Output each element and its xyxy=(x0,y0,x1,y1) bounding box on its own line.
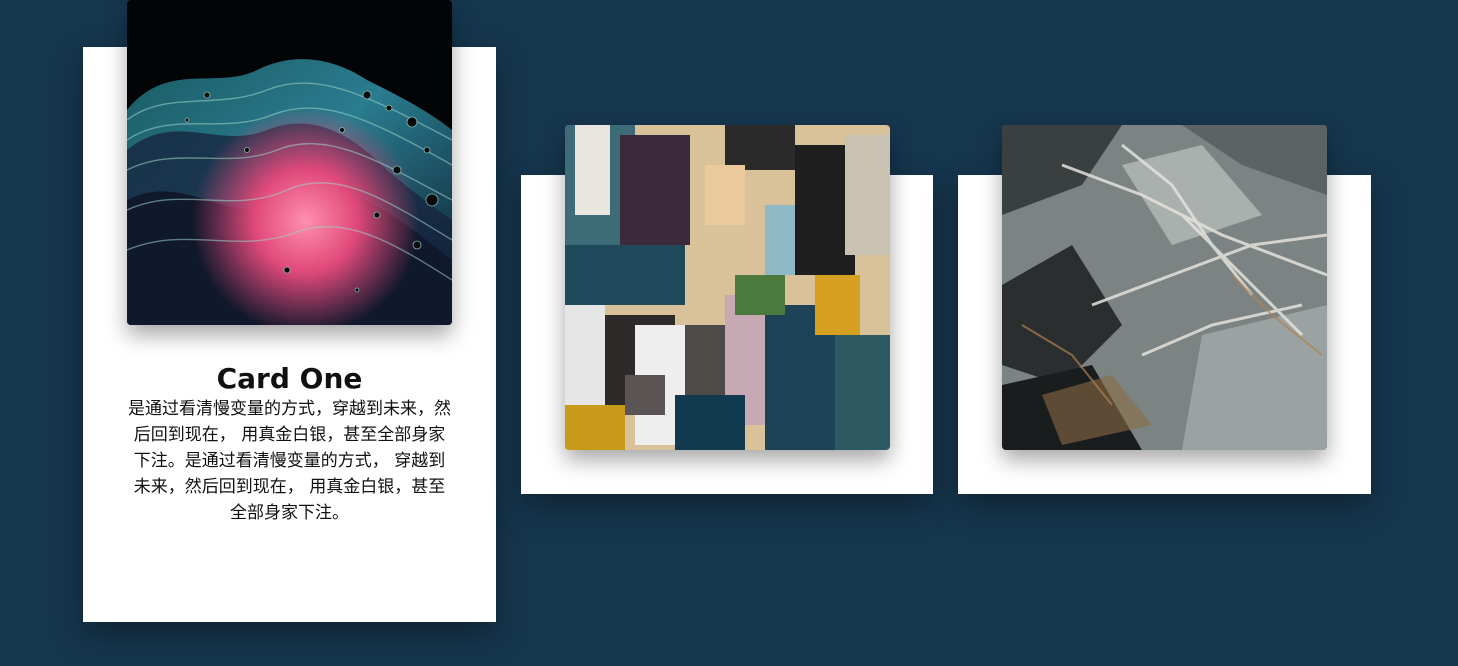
card-three[interactable] xyxy=(958,125,1371,494)
card-three-image xyxy=(1002,125,1327,450)
card-one[interactable]: Card One 是通过看清慢变量的方式，穿越到未来，然后回到现在， 用真金白银… xyxy=(83,0,496,622)
card-one-description: 是通过看清慢变量的方式，穿越到未来，然后回到现在， 用真金白银，甚至全部身家下注… xyxy=(128,399,451,523)
card-two[interactable] xyxy=(521,125,933,494)
card-one-image xyxy=(127,0,452,325)
card-one-title: Card One xyxy=(216,362,363,395)
card-two-image xyxy=(565,125,890,450)
